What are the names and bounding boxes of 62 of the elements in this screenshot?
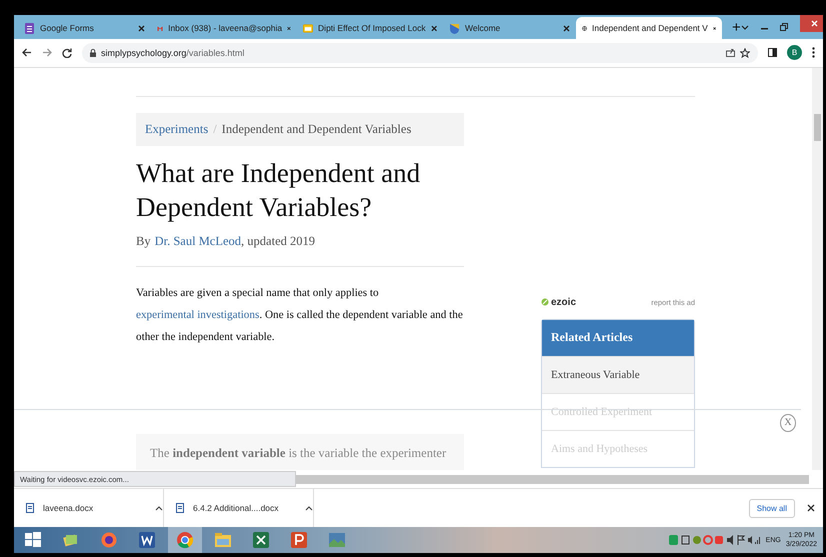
chevron-up-icon[interactable] <box>305 506 313 511</box>
breadcrumb-link[interactable]: Experiments <box>145 122 208 137</box>
related-article-link[interactable]: Extraneous Variable <box>542 356 694 393</box>
side-panel-icon[interactable] <box>768 48 777 58</box>
document-icon <box>176 503 184 514</box>
close-icon[interactable] <box>563 24 570 32</box>
picture-icon <box>328 531 346 549</box>
form-icon <box>24 22 35 34</box>
callout-text: The independent variable is the variable the experimenter <box>136 434 464 470</box>
word-icon <box>138 531 156 549</box>
chevron-up-icon[interactable] <box>155 506 163 511</box>
back-arrow-icon[interactable] <box>22 48 32 58</box>
horizontal-scrollbar[interactable] <box>296 474 809 484</box>
excel-icon <box>252 531 270 549</box>
url-text: simplypsychology.org/variables.html <box>101 48 244 58</box>
shield-icon <box>449 22 460 34</box>
close-icon <box>811 20 818 27</box>
star-icon[interactable] <box>740 48 750 58</box>
browser-tab[interactable]: Welcome <box>443 17 576 39</box>
chrome-icon <box>176 531 194 549</box>
powerpoint-icon <box>290 531 308 549</box>
close-icon[interactable] <box>807 504 815 512</box>
ad-brand-label: ezoic <box>541 296 576 308</box>
article-link[interactable]: experimental investigations <box>136 308 260 321</box>
browser-tab[interactable]: Google Forms <box>18 17 151 39</box>
browser-tab[interactable]: Dipti Effect Of Imposed Lock <box>297 17 443 39</box>
lock-icon <box>90 48 96 57</box>
close-icon[interactable] <box>287 24 291 32</box>
chevron-down-icon[interactable] <box>740 24 749 30</box>
document-icon <box>303 22 314 34</box>
leaf-icon <box>541 298 549 306</box>
forward-arrow-icon[interactable] <box>42 48 52 58</box>
show-all-button[interactable]: Show all <box>748 498 795 518</box>
byline-text: , updated 2019 <box>241 234 315 249</box>
share-icon[interactable] <box>726 48 735 58</box>
article-title: What are Independent and Dependent Variables? <box>136 156 422 224</box>
vertical-scrollbar[interactable] <box>812 68 823 470</box>
address-bar[interactable]: simplypsychology.org/variables.html <box>82 42 758 63</box>
menu-icon[interactable] <box>812 47 815 58</box>
breadcrumb-separator: / <box>213 122 217 137</box>
close-icon[interactable] <box>430 24 437 32</box>
breadcrumb-current: Independent and Dependent Variables <box>222 122 412 137</box>
author-link[interactable]: Dr. Saul McLeod <box>154 234 242 249</box>
firefox-icon <box>100 531 118 549</box>
window-close-button[interactable] <box>800 15 823 32</box>
restore-icon[interactable] <box>780 23 788 31</box>
close-icon[interactable] <box>138 24 145 32</box>
byline-text: By <box>136 234 151 249</box>
reload-icon[interactable] <box>62 48 72 58</box>
new-tab-button[interactable]: + <box>732 19 741 36</box>
document-icon <box>26 503 34 514</box>
windows-start-icon[interactable] <box>25 532 41 548</box>
tray-icons-drawing[interactable] <box>668 535 761 545</box>
close-icon[interactable] <box>712 24 716 32</box>
browser-tab[interactable]: Independent and Dependent V <box>576 17 722 39</box>
close-ad-button[interactable]: X <box>780 414 796 432</box>
folder-icon <box>214 531 232 549</box>
taskbar-app-button[interactable] <box>168 527 202 553</box>
intro-paragraph: Variables are given a special name that only applies to experimental investigations. One is called the dependent variable and the other the independent variable. <box>136 286 464 345</box>
browser-tab[interactable]: Inbox (938) - laveena@sophia <box>151 17 297 39</box>
related-articles-heading: Related Articles <box>542 320 694 356</box>
profile-avatar[interactable]: B <box>787 45 802 60</box>
